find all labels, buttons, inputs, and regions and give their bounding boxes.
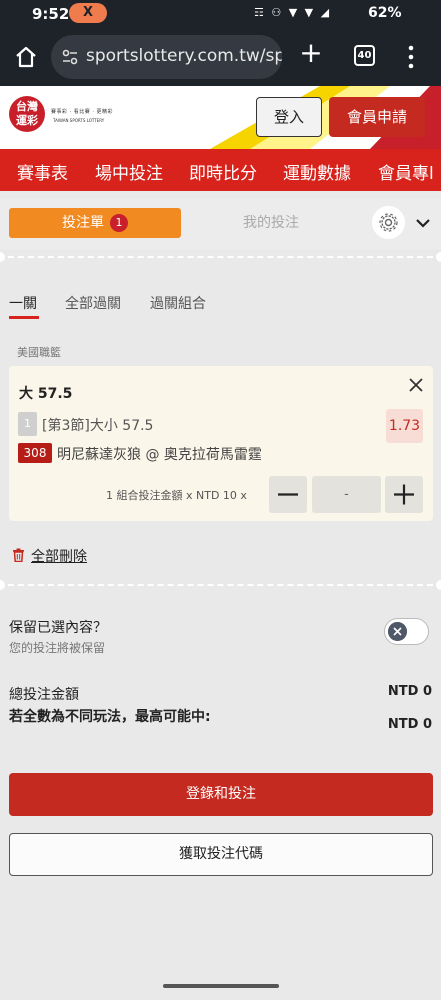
browser-toolbar: sportslottery.com.tw/spc + 40: [0, 28, 441, 86]
url-text: sportslottery.com.tw/spc: [86, 46, 282, 66]
site-header: 台灣 運彩 賽事彩 · 看比賽 · 更精彩 TAIWAN SPORTS LOTTE…: [0, 86, 441, 149]
keep-selections-toggle[interactable]: [384, 618, 429, 645]
tab-switcher-button[interactable]: 40: [354, 45, 375, 66]
leg-number-badge: 1: [18, 412, 37, 436]
tab-betslip[interactable]: 投注單 1: [9, 208, 181, 238]
nav-item-sports-data[interactable]: 運動數據: [283, 159, 351, 184]
subtab-parlay-combo[interactable]: 過關組合: [150, 293, 206, 313]
betslip-header: 投注單 1 我的投注: [0, 199, 441, 249]
delete-all-link[interactable]: 全部刪除: [31, 546, 87, 566]
stake-description: 1 組合投注金額 x NTD 10 x: [106, 489, 247, 502]
new-tab-button[interactable]: +: [298, 39, 324, 67]
decrease-stake-button[interactable]: [269, 476, 307, 513]
login-and-bet-button[interactable]: 登錄和投注: [9, 773, 433, 816]
betslip-count-badge: 1: [110, 214, 128, 232]
ticket-notch: [436, 252, 441, 262]
trash-icon[interactable]: [12, 548, 25, 562]
ticket-notch: [436, 580, 441, 590]
total-stake-value: NTD 0: [387, 684, 432, 699]
nav-item-live-scores[interactable]: 即時比分: [189, 159, 257, 184]
tab-betslip-label: 投注單: [62, 215, 104, 231]
active-tab-indicator: [9, 316, 39, 319]
gear-icon[interactable]: [372, 206, 405, 239]
nav-item-schedule[interactable]: 賽事表: [17, 159, 68, 184]
bet-selection-card: 大 57.5 1 [第3節]大小 57.5 1.73 308 明尼蘇達灰狼 @ …: [9, 366, 433, 521]
toggle-off-icon: [388, 622, 407, 641]
total-stake-label: 總投注金額: [9, 687, 79, 703]
ticket-notch: [0, 252, 5, 262]
stake-input[interactable]: [312, 476, 381, 513]
tab-my-bets[interactable]: 我的投注: [185, 208, 357, 238]
home-icon[interactable]: [14, 45, 38, 69]
market-description: [第3節]大小 57.5: [42, 418, 154, 434]
subtab-single[interactable]: 一關: [9, 293, 37, 313]
status-bar: 9:52 X ☶ ⚇ ▼ ▼ ◢ 62%: [0, 0, 441, 28]
nav-item-member-zone[interactable]: 會員專l: [378, 159, 434, 184]
match-code-badge: 308: [18, 443, 52, 463]
gesture-home-bar[interactable]: [163, 984, 279, 988]
match-name: 明尼蘇達灰狼 @ 奧克拉荷馬雷霆: [57, 447, 262, 463]
odds-value: 1.73: [386, 409, 423, 443]
keep-selections-title: 保留已選內容？: [9, 620, 107, 636]
increase-stake-button[interactable]: [385, 476, 423, 513]
more-menu-icon[interactable]: [404, 43, 418, 71]
site-settings-icon[interactable]: [61, 48, 79, 66]
site-logo[interactable]: 台灣 運彩: [9, 96, 45, 132]
ticket-notch: [0, 580, 5, 590]
close-icon[interactable]: [407, 376, 425, 394]
keep-selections-subtitle: 您的投注將被保留: [9, 641, 106, 655]
logo-subtitle: TAIWAN SPORTS LOTTERY: [53, 118, 105, 123]
get-bet-code-button[interactable]: 獲取投注代碼: [9, 833, 433, 876]
selection-title: 大 57.5: [19, 386, 73, 402]
main-nav: 賽事表 場中投注 即時比分 運動數據 會員專l: [0, 149, 441, 191]
status-time: 9:52: [32, 5, 70, 23]
logo-tagline: 賽事彩 · 看比賽 · 更精彩: [51, 109, 114, 115]
max-payout-value: NTD 0: [387, 717, 432, 732]
notification-badge: X: [69, 3, 107, 23]
signup-button[interactable]: 會員申請: [329, 97, 425, 137]
max-payout-label: 若全數為不同玩法，最高可能中:: [9, 709, 211, 725]
login-button[interactable]: 登入: [256, 97, 322, 137]
address-bar[interactable]: sportslottery.com.tw/spc: [51, 35, 282, 79]
league-label: 美國職籃: [17, 346, 61, 359]
subtab-all-parlay[interactable]: 全部過關: [65, 293, 121, 313]
nav-item-live-betting[interactable]: 場中投注: [95, 159, 163, 184]
divider: [8, 256, 433, 258]
battery-level: 62%: [368, 5, 402, 21]
chevron-down-icon[interactable]: [414, 214, 432, 232]
divider: [8, 584, 433, 586]
status-icons: ☶ ⚇ ▼ ▼ ◢: [254, 6, 332, 19]
